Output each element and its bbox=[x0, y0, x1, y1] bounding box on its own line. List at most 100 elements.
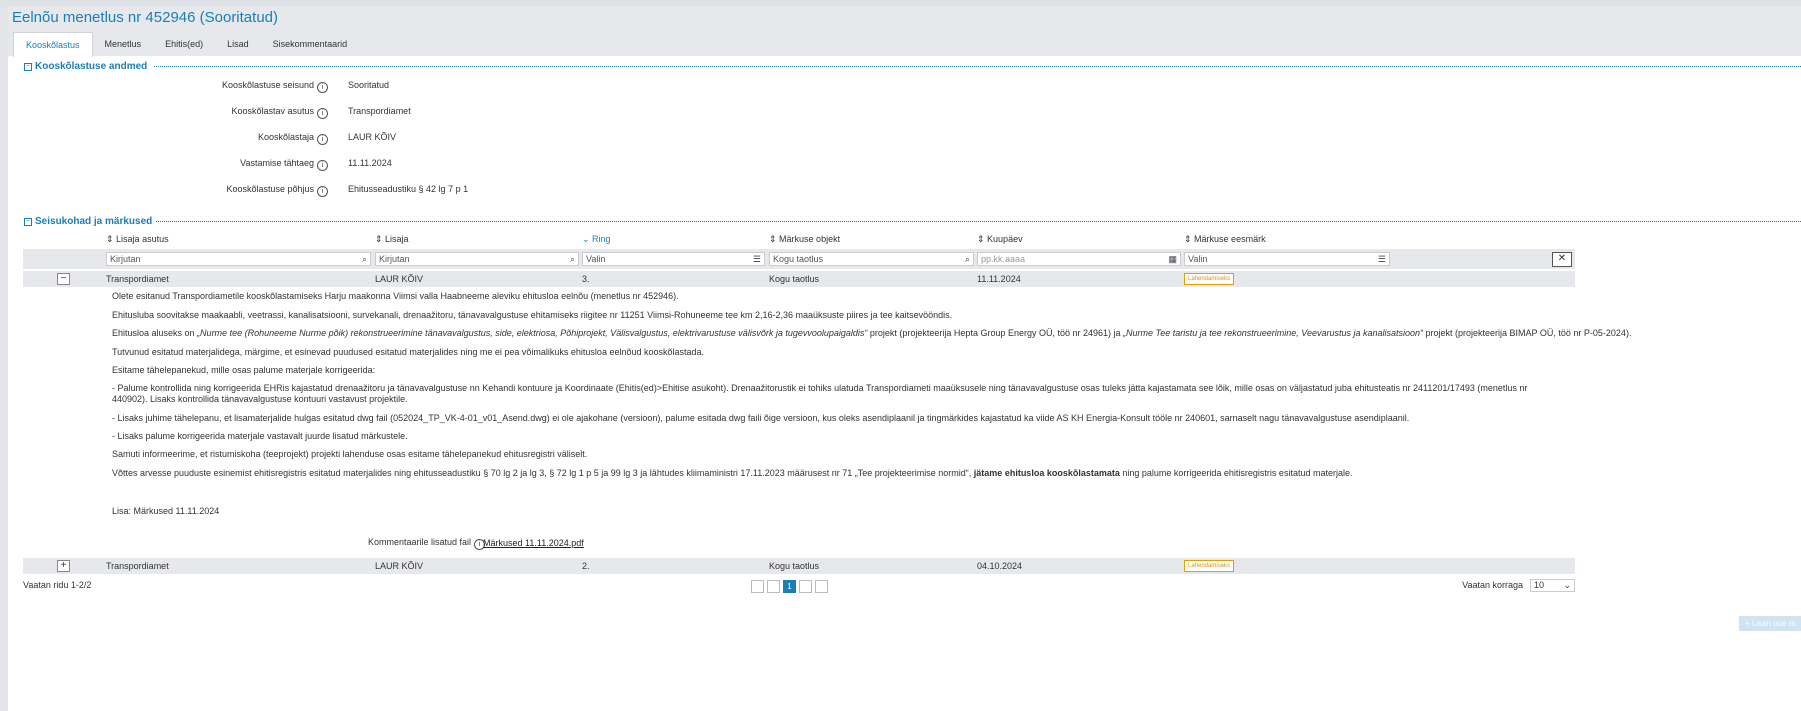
tab-kooskolastus[interactable]: Kooskõlastus bbox=[13, 32, 93, 57]
tab-bar: Kooskõlastus Menetlus Ehitis(ed) Lisad S… bbox=[13, 32, 360, 57]
cell-kuupaev: 04.10.2024 bbox=[977, 561, 1023, 571]
comment-paragraph: Lisa: Märkused 11.11.2024 bbox=[112, 506, 220, 516]
filter-markuse-eesmark[interactable]: Valin ☰ bbox=[1184, 252, 1390, 266]
expand-row-icon[interactable]: + bbox=[57, 560, 70, 572]
field-row: Kooskõlastaja i LAUR KÕIV bbox=[8, 132, 708, 146]
comment-paragraph: - Palume kontrollida ning korrigeerida E… bbox=[112, 383, 1528, 404]
page-size-select[interactable]: 10 ⌄ bbox=[1530, 579, 1575, 592]
list-icon[interactable]: ☰ bbox=[1378, 253, 1386, 265]
field-row: Vastamise tähtaeg i 11.11.2024 bbox=[8, 158, 708, 172]
comment-paragraph: - Lisaks palume korrigeerida materjale v… bbox=[112, 431, 408, 441]
tab-lisad[interactable]: Lisad bbox=[215, 32, 261, 56]
info-icon[interactable]: i bbox=[317, 134, 328, 145]
section-divider bbox=[154, 221, 1801, 222]
main-frame: Eelnõu menetlus nr 452946 (Sooritatud) K… bbox=[8, 6, 1801, 711]
cell-kuupaev: 11.11.2024 bbox=[977, 274, 1021, 284]
search-icon[interactable]: ⌕ bbox=[965, 253, 970, 265]
page-button-current[interactable]: 1 bbox=[783, 580, 796, 593]
table-footer: Vaatan ridu 1-2/2 1 Vaatan korraga 10 ⌄ bbox=[23, 577, 1575, 595]
field-value: Sooritatud bbox=[348, 80, 390, 90]
field-label: Kooskõlastuse põhjus i bbox=[226, 184, 328, 197]
column-header-ring[interactable]: ⌄ Ring bbox=[582, 234, 611, 245]
attachment-link[interactable]: Märkused 11.11.2024.pdf bbox=[483, 538, 584, 548]
comment-paragraph: Ehitusloa aluseks on „Nurme tee (Rohunee… bbox=[112, 328, 1632, 338]
field-label: Kooskõlastaja i bbox=[258, 132, 328, 145]
cell-ring: 2. bbox=[582, 561, 590, 571]
column-header-markuse-objekt[interactable]: ⇕ Märkuse objekt bbox=[769, 234, 840, 245]
comment-paragraph: Esitame tähelepanekud, mille osas palume… bbox=[112, 365, 376, 375]
field-label: Vastamise tähtaeg i bbox=[240, 158, 328, 171]
info-icon[interactable]: i bbox=[317, 108, 328, 119]
info-icon[interactable]: i bbox=[317, 186, 328, 197]
next-page-button[interactable] bbox=[799, 580, 812, 593]
left-scrollbar[interactable] bbox=[0, 0, 8, 711]
table-header: ⇕ Lisaja asutus ⇕ Lisaja ⌄ Ring ⇕ Märkus… bbox=[23, 234, 1575, 246]
pager: 1 bbox=[751, 580, 828, 593]
page-title: Eelnõu menetlus nr 452946 (Sooritatud) bbox=[12, 9, 279, 26]
first-page-button[interactable] bbox=[751, 580, 764, 593]
comment-paragraph: Ehitusluba soovitakse maakaabli, veetras… bbox=[112, 310, 953, 320]
collapse-icon[interactable]: − bbox=[24, 218, 32, 226]
column-header-kuupaev[interactable]: ⇕ Kuupäev bbox=[977, 234, 1023, 245]
cell-asutus: Transpordiamet bbox=[106, 274, 169, 284]
prev-page-button[interactable] bbox=[767, 580, 780, 593]
info-icon[interactable]: i bbox=[317, 82, 328, 93]
column-header-lisaja-asutus[interactable]: ⇕ Lisaja asutus bbox=[106, 234, 169, 245]
search-icon[interactable]: ⌕ bbox=[570, 253, 575, 265]
section-divider bbox=[154, 66, 1801, 67]
tab-sisekommentaarid[interactable]: Sisekommentaarid bbox=[261, 32, 360, 56]
page-size-label: Vaatan korraga bbox=[1462, 580, 1523, 590]
status-badge: Lahendamiseks bbox=[1184, 273, 1235, 285]
field-value: Transpordiamet bbox=[348, 106, 411, 116]
section-seisukohad: − Seisukohad ja märkused bbox=[24, 216, 1801, 228]
add-comment-button[interactable]: + Lisan uue m bbox=[1739, 616, 1801, 631]
field-row: Kooskõlastuse seisund i Sooritatud bbox=[8, 80, 708, 94]
status-badge: Lahendamiseks bbox=[1184, 560, 1235, 572]
filter-ring[interactable]: Valin ☰ bbox=[582, 252, 765, 266]
comment-paragraph: Samuti informeerime, et ristumiskoha (te… bbox=[112, 449, 588, 459]
comment-body: Olete esitanud Transpordiametile kooskõl… bbox=[112, 291, 1631, 561]
cell-lisaja: LAUR KÕIV bbox=[375, 274, 424, 284]
last-page-button[interactable] bbox=[815, 580, 828, 593]
search-icon[interactable]: ⌕ bbox=[362, 253, 367, 265]
section-title: Seisukohad ja märkused bbox=[35, 216, 156, 227]
info-icon[interactable]: i bbox=[317, 160, 328, 171]
field-label: Kooskõlastuse seisund i bbox=[222, 80, 328, 93]
rows-info: Vaatan ridu 1-2/2 bbox=[23, 580, 92, 590]
table-row[interactable]: + Transpordiamet LAUR KÕIV 2. Kogu taotl… bbox=[23, 558, 1575, 574]
cell-ring: 3. bbox=[582, 274, 590, 284]
filter-row: Kirjutan ⌕ Kirjutan ⌕ Valin ☰ Kogu taotlus ⌕… bbox=[23, 249, 1575, 269]
title-bar: Eelnõu menetlus nr 452946 (Sooritatud) K… bbox=[8, 6, 1801, 57]
filter-kuupaev[interactable]: pp.kk.aaaa ▦ bbox=[977, 252, 1181, 266]
filter-lisaja-asutus[interactable]: Kirjutan ⌕ bbox=[106, 252, 371, 266]
comment-paragraph: Tutvunud esitatud materjalidega, märgime… bbox=[112, 347, 705, 357]
filter-lisaja[interactable]: Kirjutan ⌕ bbox=[375, 252, 579, 266]
column-header-lisaja[interactable]: ⇕ Lisaja bbox=[375, 234, 409, 245]
field-row: Kooskõlastav asutus i Transpordiamet bbox=[8, 106, 708, 120]
section-title: Kooskõlastuse andmed bbox=[35, 61, 151, 72]
collapse-icon[interactable]: − bbox=[24, 63, 32, 71]
attachment-label: Kommentaarile lisatud fail i bbox=[368, 537, 486, 550]
cell-asutus: Transpordiamet bbox=[106, 561, 169, 571]
table-row[interactable]: − Transpordiamet LAUR KÕIV 3. Kogu taotl… bbox=[23, 271, 1575, 287]
field-value: Ehitusseadustiku § 42 lg 7 p 1 bbox=[348, 184, 469, 194]
tab-ehitised[interactable]: Ehitis(ed) bbox=[153, 32, 215, 56]
field-label: Kooskõlastav asutus i bbox=[231, 106, 328, 119]
chevron-down-icon: ⌄ bbox=[1563, 580, 1571, 590]
clear-filters-button[interactable]: ✕ bbox=[1552, 252, 1572, 267]
tab-menetlus[interactable]: Menetlus bbox=[93, 32, 154, 56]
cell-objekt: Kogu taotlus bbox=[769, 274, 820, 284]
cell-lisaja: LAUR KÕIV bbox=[375, 561, 424, 571]
section-kooskolastuse-andmed: − Kooskõlastuse andmed bbox=[24, 61, 1801, 73]
filter-markuse-objekt[interactable]: Kogu taotlus ⌕ bbox=[769, 252, 974, 266]
comment-paragraph: - Lisaks juhime tähelepanu, et lisamater… bbox=[112, 413, 1410, 423]
cell-objekt: Kogu taotlus bbox=[769, 561, 820, 571]
comment-paragraph: Olete esitanud Transpordiametile kooskõl… bbox=[112, 291, 679, 301]
list-icon[interactable]: ☰ bbox=[753, 253, 761, 265]
column-header-markuse-eesmark[interactable]: ⇕ Märkuse eesmärk bbox=[1184, 234, 1266, 245]
comment-paragraph: Võttes arvesse puuduste esinemist ehitis… bbox=[112, 468, 1353, 478]
field-row: Kooskõlastuse põhjus i Ehitusseadustiku §… bbox=[8, 184, 708, 198]
collapse-row-icon[interactable]: − bbox=[57, 273, 70, 285]
calendar-icon[interactable]: ▦ bbox=[1168, 253, 1177, 265]
field-value: LAUR KÕIV bbox=[348, 132, 397, 142]
